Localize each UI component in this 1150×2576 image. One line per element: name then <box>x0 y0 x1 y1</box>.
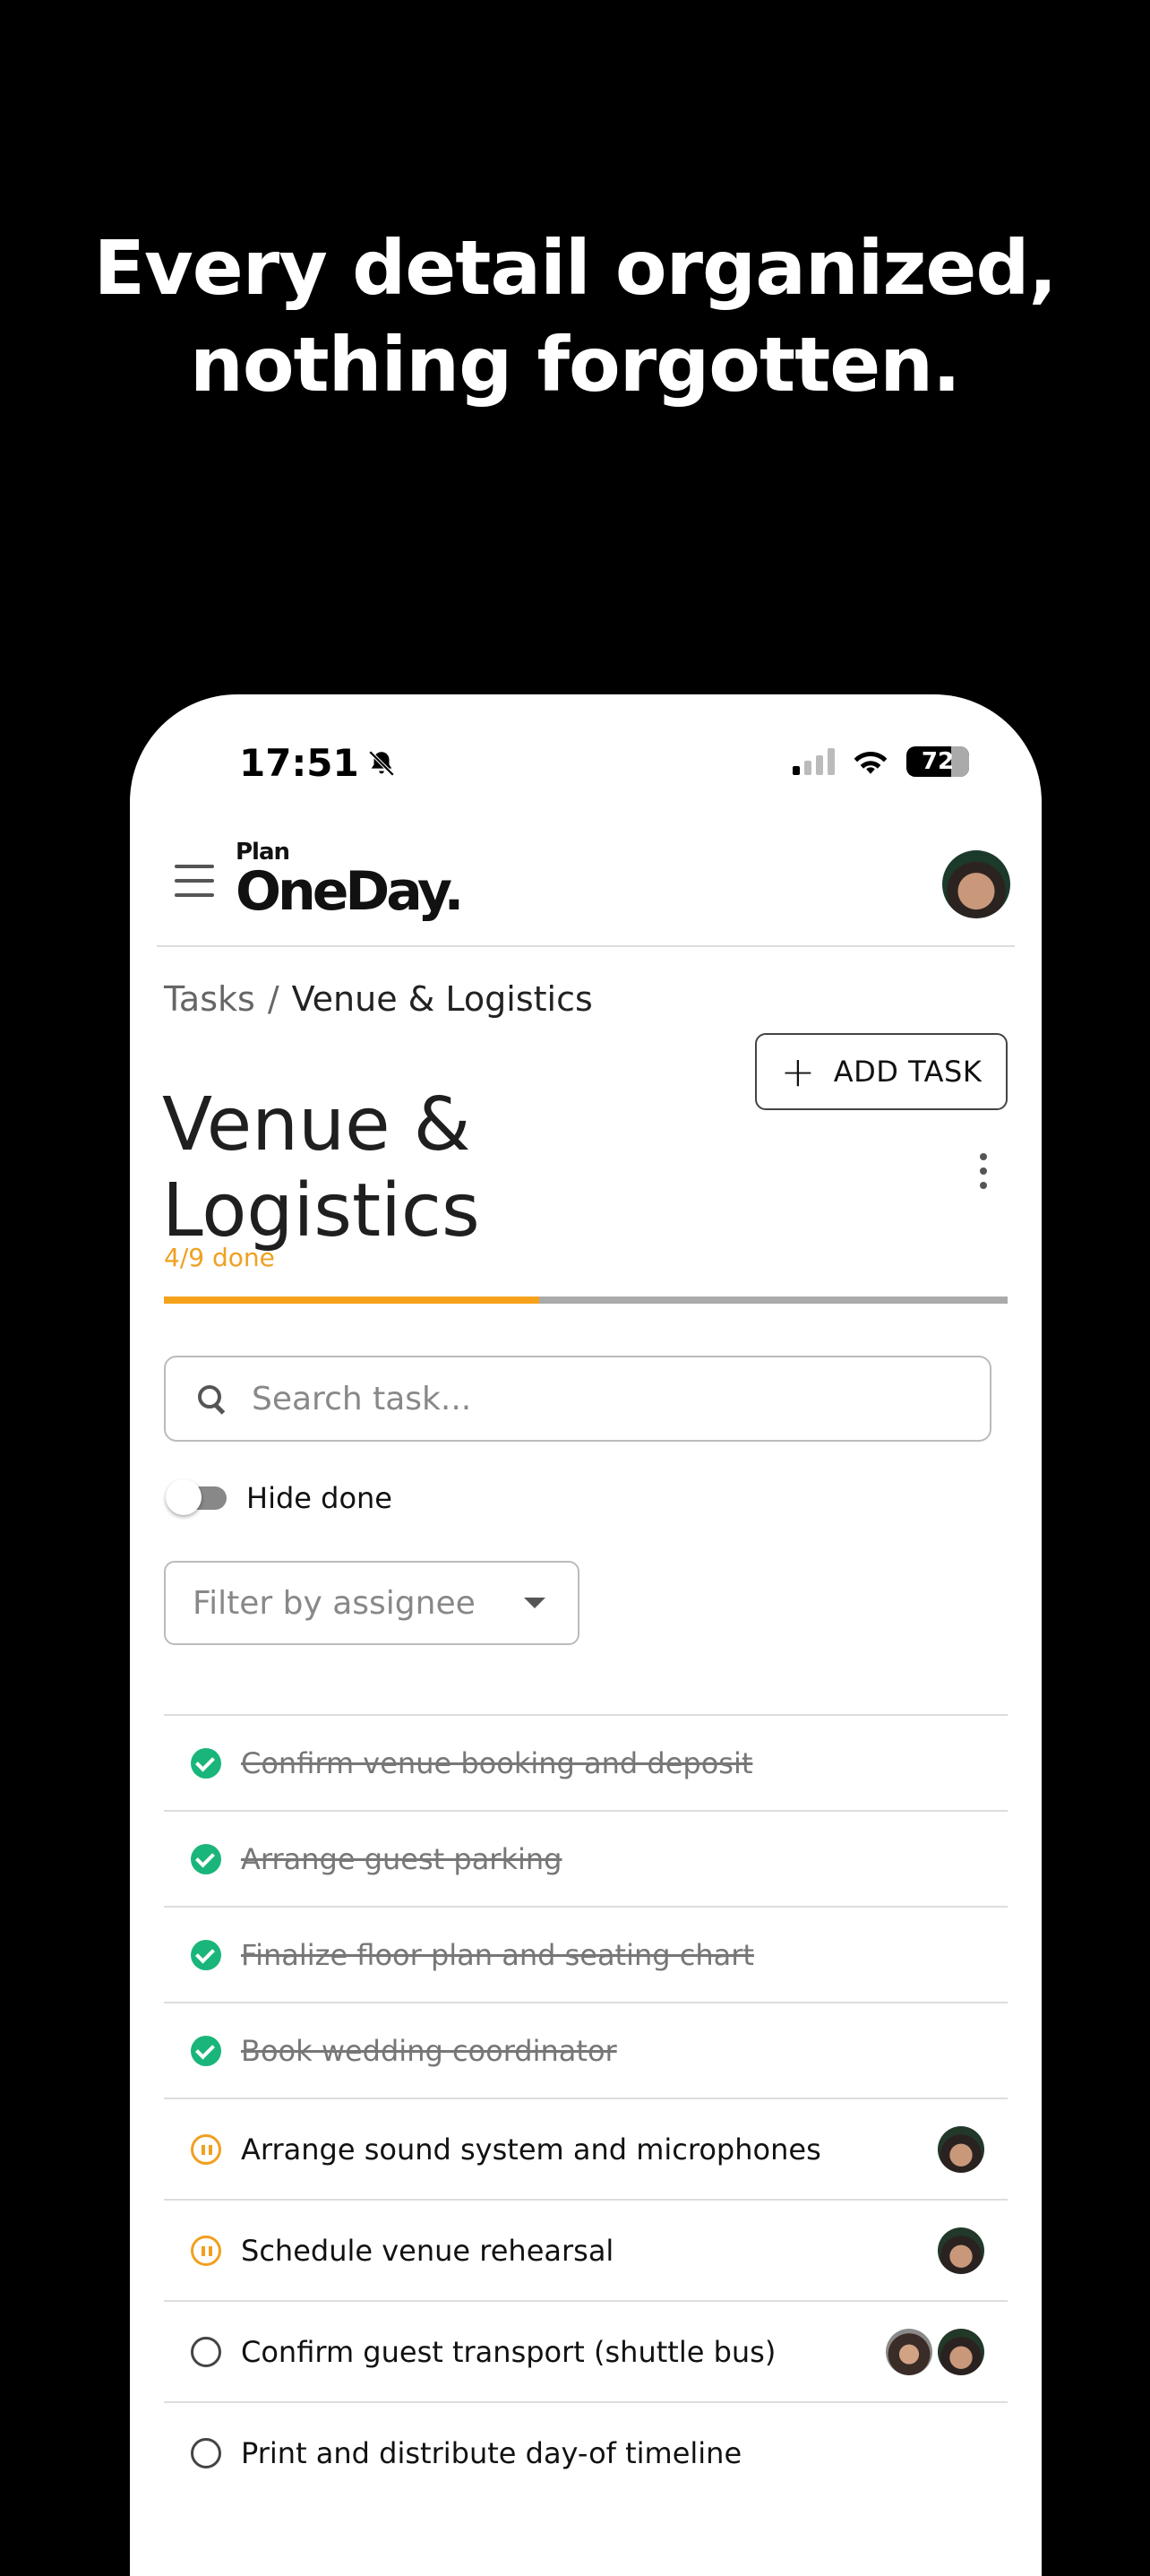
headline-line-1: Every detail organized, <box>93 224 1058 312</box>
task-row[interactable]: Finalize floor plan and seating chart <box>164 1906 1008 2002</box>
breadcrumb-separator: / <box>267 979 279 1019</box>
wifi-icon <box>854 751 888 774</box>
search-input[interactable]: Search task... <box>164 1356 991 1442</box>
task-assignees <box>886 2328 984 2375</box>
task-assignees <box>938 2227 984 2274</box>
task-label: Confirm venue booking and deposit <box>241 1745 753 1780</box>
task-list: Confirm venue booking and deposit Arrang… <box>164 1714 1008 2503</box>
marketing-headline: Every detail organized, nothing forgotte… <box>0 220 1150 413</box>
breadcrumb-tasks-link[interactable]: Tasks <box>164 979 255 1019</box>
logo-big-text: OneDay. <box>236 860 464 923</box>
check-circle-icon[interactable] <box>191 1939 221 1970</box>
task-row[interactable]: Arrange guest parking <box>164 1810 1008 1906</box>
check-circle-icon[interactable] <box>191 1843 221 1874</box>
breadcrumb: Tasks / Venue & Logistics <box>164 979 593 1019</box>
status-icons: 72 <box>793 746 969 777</box>
dropdown-arrow-icon <box>524 1598 545 1608</box>
bell-muted-icon <box>368 750 394 776</box>
task-row[interactable]: Schedule venue rehearsal <box>164 2199 1008 2300</box>
pause-circle-icon[interactable] <box>191 2235 221 2266</box>
task-label: Arrange sound system and microphones <box>241 2132 821 2167</box>
task-label: Confirm guest transport (shuttle bus) <box>241 2334 777 2369</box>
app-logo: Plan OneDay. <box>236 840 464 923</box>
assignee-avatar <box>938 2227 984 2274</box>
add-task-label: ADD TASK <box>833 1055 983 1089</box>
hamburger-menu-icon[interactable] <box>175 865 214 897</box>
task-row[interactable]: Book wedding coordinator <box>164 2002 1008 2098</box>
pause-circle-icon[interactable] <box>191 2133 221 2165</box>
breadcrumb-current: Venue & Logistics <box>291 979 593 1019</box>
task-label: Finalize floor plan and seating chart <box>241 1937 754 1972</box>
hide-done-row: Hide done <box>166 1479 392 1515</box>
task-label: Schedule venue rehearsal <box>241 2233 614 2268</box>
assignee-avatar <box>938 2328 984 2375</box>
hide-done-toggle[interactable] <box>166 1479 227 1515</box>
hide-done-label: Hide done <box>246 1481 392 1515</box>
phone-screen: 17:51 72 Plan OneDay. Tasks / Venue & Lo… <box>130 694 1042 2576</box>
battery-level: 72 <box>921 748 955 775</box>
add-task-button[interactable]: + ADD TASK <box>755 1033 1008 1110</box>
more-options-icon[interactable] <box>979 1153 988 1189</box>
empty-circle-icon[interactable] <box>191 2336 221 2367</box>
progress-label: 4/9 done <box>164 1243 275 1272</box>
check-circle-icon[interactable] <box>191 1747 221 1779</box>
cellular-signal-icon <box>793 748 835 775</box>
assignee-filter-select[interactable]: Filter by assignee <box>164 1561 579 1645</box>
task-row[interactable]: Arrange sound system and microphones <box>164 2098 1008 2199</box>
status-time-text: 17:51 <box>239 741 359 785</box>
task-label: Book wedding coordinator <box>241 2033 617 2068</box>
task-row[interactable]: Confirm venue booking and deposit <box>164 1714 1008 1810</box>
search-placeholder: Search task... <box>252 1380 472 1417</box>
plus-icon: + <box>780 1047 816 1096</box>
task-row[interactable]: Print and distribute day-of timeline <box>164 2401 1008 2503</box>
task-label: Arrange guest parking <box>241 1841 562 1876</box>
progress-bar <box>164 1297 1008 1304</box>
assignee-avatar <box>886 2328 932 2375</box>
assignee-avatar <box>938 2125 984 2173</box>
task-row[interactable]: Confirm guest transport (shuttle bus) <box>164 2300 1008 2401</box>
empty-circle-icon[interactable] <box>191 2437 221 2468</box>
check-circle-icon[interactable] <box>191 2035 221 2066</box>
battery-icon: 72 <box>906 746 969 777</box>
task-label: Print and distribute day-of timeline <box>241 2435 742 2470</box>
page-title: Venue & Logistics <box>162 1081 480 1254</box>
assignee-filter-placeholder: Filter by assignee <box>193 1584 476 1622</box>
task-assignees <box>938 2125 984 2173</box>
search-icon <box>198 1385 225 1412</box>
headline-line-2: nothing forgotten. <box>190 321 961 409</box>
progress-bar-fill <box>164 1297 539 1304</box>
user-avatar[interactable] <box>942 850 1010 918</box>
status-time: 17:51 <box>239 741 397 785</box>
app-bar: Plan OneDay. <box>157 829 1015 947</box>
